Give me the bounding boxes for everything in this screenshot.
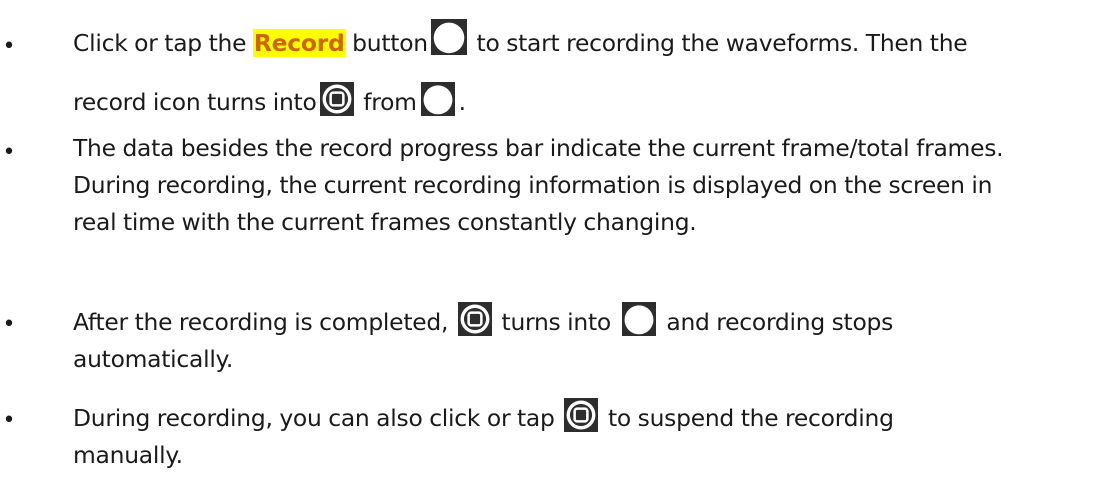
text-line: During recording, the current recording … [73, 171, 993, 199]
list-item: • During recording, you can also click o… [0, 398, 1119, 474]
bullet: • [2, 34, 16, 59]
list-item-text: During recording, you can also click or … [73, 398, 1113, 474]
text-line: real time with the current frames consta… [73, 208, 697, 236]
text-line: manually. [73, 441, 183, 469]
list-item-text: The data besides the record progress bar… [73, 130, 1113, 241]
list-item: • The data besides the record progress b… [0, 130, 1119, 242]
text-run: Click or tap the [73, 29, 253, 57]
text-line: Click or tap the Record button to start … [73, 14, 1113, 73]
text-run: During recording, you can also click or … [73, 404, 562, 432]
record-start-icon [430, 19, 468, 55]
text-run: turns into [494, 308, 618, 336]
bullet: • [2, 140, 16, 165]
text-run: . [458, 88, 466, 116]
bullet: • [2, 408, 16, 433]
record-button-label: Record [252, 29, 346, 57]
bullet: • [2, 312, 16, 337]
text-run: record icon turns into [73, 88, 317, 116]
text-run: button [345, 29, 428, 57]
text-run: to start recording the waveforms. Then t… [469, 29, 968, 57]
text-line: record icon turns into from. [73, 73, 1113, 132]
text-run: to suspend the recording [601, 404, 894, 432]
record-stop-icon [319, 82, 355, 116]
list-item: • After the recording is completed, turn… [0, 302, 1119, 378]
list-item-text: After the recording is completed, turns … [73, 302, 1113, 378]
text-run: and recording stops [659, 308, 894, 336]
record-stop-icon [563, 398, 599, 432]
record-start-icon [419, 82, 457, 116]
text-run: After the recording is completed, [73, 308, 455, 336]
text-line: automatically. [73, 345, 234, 373]
text-line: During recording, you can also click or … [73, 398, 1113, 437]
record-stop-icon [457, 302, 493, 336]
list-item-text: Click or tap the Record button to start … [73, 14, 1113, 132]
instruction-document: • Click or tap the Record button to star… [0, 0, 1119, 490]
list-item: • Click or tap the Record button to star… [0, 14, 1119, 116]
text-line: After the recording is completed, turns … [73, 302, 1113, 341]
text-run: from [356, 88, 417, 116]
record-start-icon [620, 302, 658, 336]
text-line: The data besides the record progress bar… [73, 134, 1004, 162]
